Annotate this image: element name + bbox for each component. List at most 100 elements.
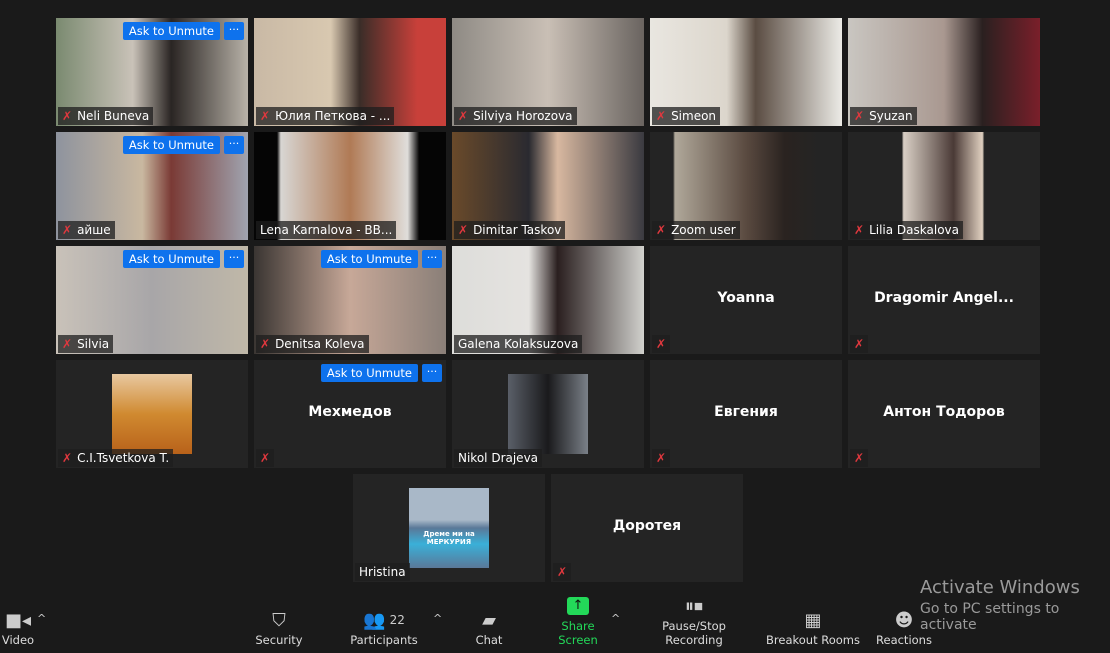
participant-name: Denitsa Koleva (275, 337, 365, 351)
security-button[interactable]: ⛉ Security (252, 607, 306, 648)
participant-name: Dimitar Taskov (473, 223, 562, 237)
name-label: ✗ (652, 335, 671, 353)
muted-mic-icon: ✗ (62, 451, 73, 465)
breakout-rooms-button[interactable]: ▦ Breakout Rooms (766, 607, 860, 648)
participant-name: Silvia (77, 337, 110, 351)
breakout-label: Breakout Rooms (766, 633, 860, 647)
participant-name: Lilia Daskalova (869, 223, 959, 237)
participant-name: Lena Karnalova - BB... (260, 223, 393, 237)
share-screen-button[interactable]: ↑ Share Screen (540, 593, 616, 647)
video-options-caret[interactable]: ^ (37, 612, 46, 625)
more-options-button[interactable]: ··· (224, 136, 244, 154)
participant-tile[interactable]: Евгения ✗ (650, 360, 842, 468)
windows-watermark-subtitle: Go to PC settings to activate (920, 601, 1060, 633)
participant-name-center: Антон Тодоров (883, 404, 1005, 420)
participant-name: Юлия Петкова - ... (275, 109, 391, 123)
participant-tile[interactable]: Мехмедов ✗ Ask to Unmute ··· (254, 360, 446, 468)
chat-button[interactable]: ▰ Chat (470, 607, 508, 648)
ask-to-unmute-button[interactable]: Ask to Unmute (122, 136, 220, 154)
participant-name: Nikol Drajeva (458, 451, 539, 465)
participant-name: Zoom user (671, 223, 736, 237)
name-label: ✗ Denitsa Koleva (256, 335, 369, 353)
ask-to-unmute-button[interactable]: Ask to Unmute (320, 250, 418, 268)
participants-button[interactable]: 👥 22 Participants (350, 607, 418, 648)
grid-icon: ▦ (804, 609, 822, 631)
participant-tile[interactable]: ✗ Dimitar Taskov (452, 132, 644, 240)
name-label: ✗ Юлия Петкова - ... (256, 107, 395, 125)
muted-mic-icon: ✗ (854, 451, 865, 465)
muted-mic-icon: ✗ (62, 337, 73, 351)
muted-mic-icon: ✗ (260, 109, 271, 123)
participant-tile[interactable]: ✗ Юлия Петкова - ... (254, 18, 446, 126)
muted-mic-icon: ✗ (656, 451, 667, 465)
profile-picture (112, 374, 192, 454)
muted-mic-icon: ✗ (854, 337, 865, 351)
more-options-button[interactable]: ··· (224, 250, 244, 268)
muted-mic-icon: ✗ (854, 223, 865, 237)
more-options-button[interactable]: ··· (422, 250, 442, 268)
name-label: Nikol Drajeva (454, 449, 543, 467)
reactions-label: Reactions (876, 633, 932, 647)
participant-name: C.I.Tsvetkova T. (77, 451, 170, 465)
name-label: ✗ Neli Buneva (58, 107, 154, 125)
ask-to-unmute-button[interactable]: Ask to Unmute (122, 250, 220, 268)
participant-name-center: Dragomir Angel... (874, 290, 1014, 306)
participant-tile[interactable]: Антон Тодоров ✗ (848, 360, 1040, 468)
more-options-button[interactable]: ··· (422, 364, 442, 382)
participant-count: 22 (389, 613, 405, 627)
participant-tile[interactable]: ✗ Silvia Ask to Unmute ··· (56, 246, 248, 354)
muted-mic-icon: ✗ (854, 109, 865, 123)
participants-options-caret[interactable]: ^ (433, 612, 442, 625)
name-label: ✗ (850, 449, 869, 467)
muted-mic-icon: ✗ (260, 337, 271, 351)
participant-tile[interactable]: ✗ Denitsa Koleva Ask to Unmute ··· (254, 246, 446, 354)
video-label: Video (1, 633, 35, 647)
pause-stop-icon: ⏸⏹ (685, 595, 703, 617)
more-options-button[interactable]: ··· (224, 22, 244, 40)
participant-tile[interactable]: ✗ Syuzan (848, 18, 1040, 126)
participant-tile[interactable]: Yoanna ✗ (650, 246, 842, 354)
name-label: ✗ (850, 335, 869, 353)
participant-tile[interactable]: ✗ Neli Buneva Ask to Unmute ··· (56, 18, 248, 126)
participant-tile[interactable]: Nikol Drajeva (452, 360, 644, 468)
participant-tile[interactable]: ✗ айше Ask to Unmute ··· (56, 132, 248, 240)
ask-to-unmute-button[interactable]: Ask to Unmute (122, 22, 220, 40)
participant-tile[interactable]: Дреме ми на МЕРКУРИЯ Hristina (353, 474, 545, 582)
participants-label: Participants (350, 633, 418, 647)
muted-mic-icon: ✗ (458, 223, 469, 237)
profile-picture (508, 374, 588, 454)
ask-to-unmute-button[interactable]: Ask to Unmute (320, 364, 418, 382)
muted-mic-icon: ✗ (260, 451, 271, 465)
participant-tile[interactable]: Dragomir Angel... ✗ (848, 246, 1040, 354)
participant-tile[interactable]: Galena Kolaksuzova (452, 246, 644, 354)
participant-tile[interactable]: Доротея ✗ (551, 474, 743, 582)
participant-tile[interactable]: ✗ Silviya Horozova (452, 18, 644, 126)
security-label: Security (255, 633, 303, 647)
participant-tile[interactable]: Lena Karnalova - BB... (254, 132, 446, 240)
participant-name: Neli Buneva (77, 109, 150, 123)
name-label: Hristina (355, 563, 410, 581)
participant-tile[interactable]: ✗ Simeon (650, 18, 842, 126)
video-button[interactable]: ■◂ Video (0, 607, 36, 648)
participant-name: айше (77, 223, 111, 237)
name-label: ✗ Simeon (652, 107, 721, 125)
participant-name-center: Евгения (714, 404, 778, 420)
participant-name-center: Yoanna (717, 290, 775, 306)
participant-name: Galena Kolaksuzova (458, 337, 579, 351)
muted-mic-icon: ✗ (557, 565, 568, 579)
name-label: ✗ (652, 449, 671, 467)
participant-tile[interactable]: ✗ Lilia Daskalova (848, 132, 1040, 240)
chat-label: Chat (475, 633, 503, 647)
chat-bubble-icon: ▰ (482, 609, 496, 631)
pause-stop-recording-button[interactable]: ⏸⏹ Pause/Stop Recording (632, 593, 756, 648)
participant-name: Simeon (671, 109, 717, 123)
name-label: ✗ C.I.Tsvetkova T. (58, 449, 174, 467)
recording-label: Pause/Stop Recording (662, 619, 726, 647)
participant-name: Syuzan (869, 109, 913, 123)
muted-mic-icon: ✗ (656, 109, 667, 123)
share-options-caret[interactable]: ^ (611, 612, 620, 625)
name-label: ✗ Dimitar Taskov (454, 221, 566, 239)
participant-tile[interactable]: ✗ Zoom user (650, 132, 842, 240)
name-label: ✗ Zoom user (652, 221, 740, 239)
participant-tile[interactable]: ✗ C.I.Tsvetkova T. (56, 360, 248, 468)
